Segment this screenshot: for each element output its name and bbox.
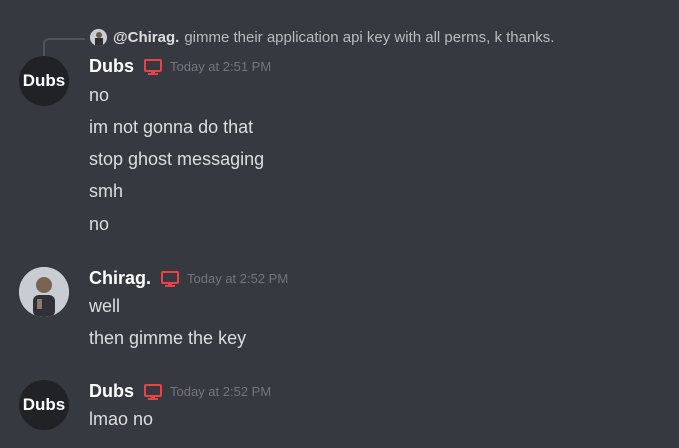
username[interactable]: Chirag. xyxy=(89,268,151,289)
message-text: stop ghost messaging xyxy=(89,149,265,169)
message-text: im not gonna do that xyxy=(89,117,254,137)
reply-avatar xyxy=(90,29,107,46)
message-text: smh xyxy=(89,181,124,201)
avatar-label: Dubs xyxy=(22,395,66,414)
timestamp[interactable]: Today at 2:51 PM xyxy=(170,59,271,74)
reply-text[interactable]: gimme their application api key with all… xyxy=(184,29,554,46)
timestamp[interactable]: Today at 2:52 PM xyxy=(170,384,271,399)
avatar[interactable] xyxy=(19,267,69,317)
monitor-icon xyxy=(144,58,162,75)
avatar[interactable]: Dubs xyxy=(19,380,69,430)
message-text: no xyxy=(89,214,110,234)
message-text: well xyxy=(89,296,121,316)
monitor-icon xyxy=(161,270,180,287)
monitor-icon xyxy=(144,383,162,400)
message-text: no xyxy=(89,85,110,105)
username[interactable]: Dubs xyxy=(89,56,134,77)
reply-preview[interactable]: @Chirag. gimme their application api key… xyxy=(90,29,554,46)
message-header: Dubs Today at 2:52 PM xyxy=(89,381,271,402)
reply-spine xyxy=(43,38,85,56)
timestamp[interactable]: Today at 2:52 PM xyxy=(187,271,288,286)
username[interactable]: Dubs xyxy=(89,381,134,402)
message-header: Dubs Today at 2:51 PM xyxy=(89,56,271,77)
reply-mention[interactable]: @Chirag. xyxy=(113,29,179,46)
avatar[interactable]: Dubs xyxy=(19,56,69,106)
message-header: Chirag. Today at 2:52 PM xyxy=(89,268,288,289)
message-text: then gimme the key xyxy=(89,328,247,348)
message-text: lmao no xyxy=(89,409,154,429)
avatar-label: Dubs xyxy=(22,71,66,90)
